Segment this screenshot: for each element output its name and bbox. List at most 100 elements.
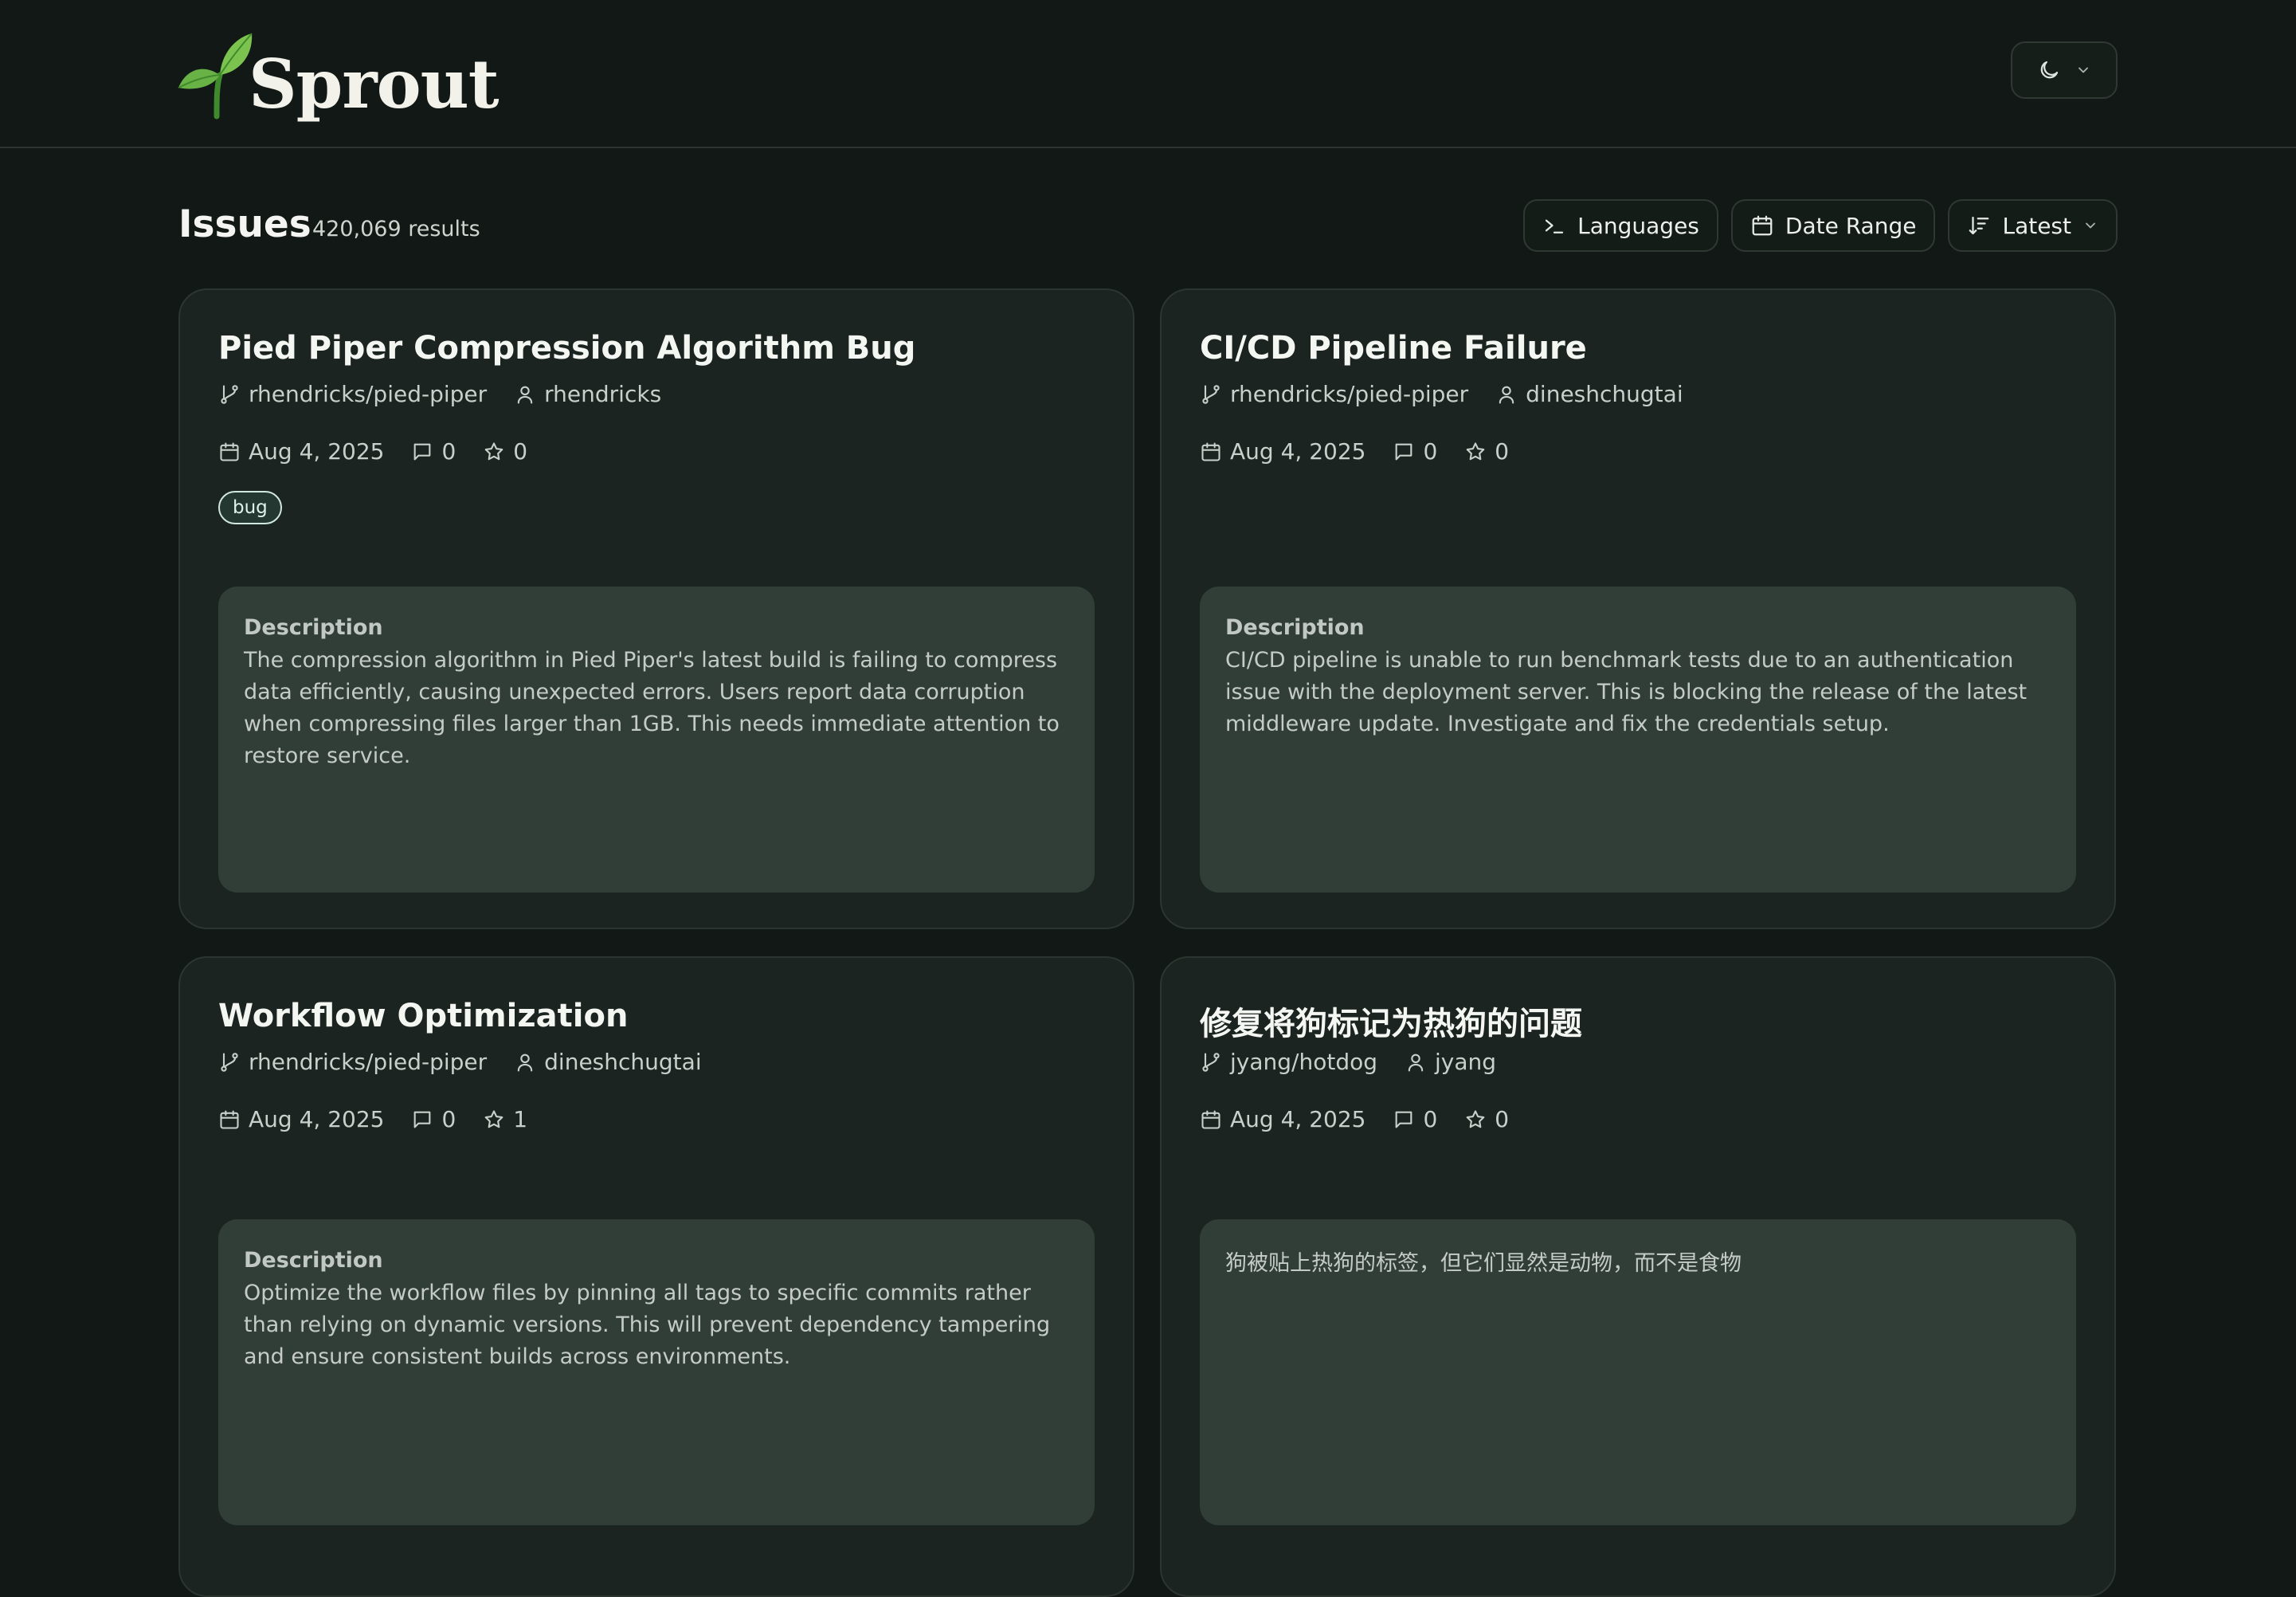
star-count-text: 0 (513, 438, 528, 465)
calendar-icon (1750, 214, 1774, 237)
issue-stats-row: Aug 4, 2025 0 0 (218, 438, 554, 465)
calendar-icon (218, 1108, 241, 1131)
comment-icon (411, 1108, 433, 1131)
date-range-filter-label: Date Range (1785, 212, 1917, 239)
comment-count: 0 (1393, 1106, 1437, 1132)
comment-count-text: 0 (1423, 438, 1438, 465)
issue-source-row: rhendricks/pied-piper rhendricks (218, 381, 688, 407)
star-count-text: 0 (1495, 1106, 1510, 1132)
date-text: Aug 4, 2025 (1230, 1106, 1366, 1132)
issue-date: Aug 4, 2025 (218, 438, 384, 465)
page-title: Issues (178, 202, 311, 246)
issue-stats-row: Aug 4, 2025 0 0 (1200, 1106, 1536, 1132)
comment-count: 0 (411, 438, 456, 465)
description-panel: Description CI/CD pipeline is unable to … (1200, 587, 2076, 893)
top-header: Sprout (0, 0, 2296, 148)
comment-count: 0 (411, 1106, 456, 1132)
sprout-logo[interactable]: Sprout (177, 27, 500, 124)
sort-dropdown-button[interactable]: Latest (1948, 199, 2118, 252)
star-icon (483, 441, 505, 463)
issue-source-row: rhendricks/pied-piper dineshchugtai (218, 1049, 729, 1075)
user-icon (1495, 383, 1518, 406)
issue-stats-row: Aug 4, 2025 0 0 (1200, 438, 1536, 465)
moon-icon (2037, 58, 2061, 82)
star-count[interactable]: 1 (483, 1106, 527, 1132)
issue-card[interactable]: CI/CD Pipeline Failure rhendricks/pied-p… (1160, 288, 2116, 929)
author-name: dineshchugtai (544, 1049, 702, 1075)
calendar-icon (1200, 1108, 1222, 1131)
author-name: jyang (1435, 1049, 1497, 1075)
description-text: The compression algorithm in Pied Piper'… (244, 648, 1060, 768)
comment-count-text: 0 (1423, 1106, 1438, 1132)
bug-label-badge[interactable]: bug (218, 491, 282, 524)
repo-name: jyang/hotdog (1230, 1049, 1377, 1075)
date-text: Aug 4, 2025 (249, 438, 385, 465)
description-label: Description (1225, 615, 1365, 640)
comment-icon (1393, 441, 1415, 463)
author-link[interactable]: dineshchugtai (514, 1049, 702, 1075)
author-link[interactable]: jyang (1405, 1049, 1496, 1075)
issue-date: Aug 4, 2025 (1200, 438, 1365, 465)
user-icon (1405, 1051, 1427, 1073)
theme-toggle-button[interactable] (2011, 41, 2118, 99)
brand-name: Sprout (249, 45, 500, 124)
user-icon (514, 383, 536, 406)
languages-filter-label: Languages (1577, 212, 1699, 239)
date-text: Aug 4, 2025 (249, 1106, 385, 1132)
issue-title[interactable]: Pied Piper Compression Algorithm Bug (218, 330, 915, 367)
issue-source-row: rhendricks/pied-piper dineshchugtai (1200, 381, 1710, 407)
repo-name: rhendricks/pied-piper (249, 1049, 488, 1075)
issue-title[interactable]: 修复将狗标记为热狗的问题 (1200, 998, 1582, 1044)
author-name: dineshchugtai (1526, 381, 1683, 407)
star-count[interactable]: 0 (483, 438, 527, 465)
description-panel: Description Optimize the workflow files … (218, 1219, 1095, 1525)
description-panel: 狗被贴上热狗的标签，但它们显然是动物，而不是食物 (1200, 1219, 2076, 1525)
description-panel: Description The compression algorithm in… (218, 587, 1095, 893)
issue-stats-row: Aug 4, 2025 0 1 (218, 1106, 554, 1132)
sort-dropdown-label: Latest (2002, 212, 2071, 239)
repo-name: rhendricks/pied-piper (249, 381, 488, 407)
description-label: Description (244, 615, 383, 640)
author-link[interactable]: rhendricks (514, 381, 661, 407)
description-text: CI/CD pipeline is unable to run benchmar… (1225, 648, 2028, 736)
author-name: rhendricks (544, 381, 662, 407)
star-count-text: 0 (1495, 438, 1510, 465)
comment-count-text: 0 (441, 438, 456, 465)
repo-link[interactable]: rhendricks/pied-piper (218, 381, 487, 407)
user-icon (514, 1051, 536, 1073)
issue-card[interactable]: Pied Piper Compression Algorithm Bug rhe… (178, 288, 1134, 929)
issue-date: Aug 4, 2025 (1200, 1106, 1365, 1132)
repo-link[interactable]: rhendricks/pied-piper (218, 1049, 487, 1075)
star-count[interactable]: 0 (1464, 1106, 1509, 1132)
issue-date: Aug 4, 2025 (218, 1106, 384, 1132)
git-branch-icon (1200, 1051, 1222, 1073)
result-count: 420,069 results (312, 217, 480, 241)
author-link[interactable]: dineshchugtai (1495, 381, 1683, 407)
star-icon (483, 1108, 505, 1131)
comment-count-text: 0 (441, 1106, 456, 1132)
chevron-down-icon (2075, 62, 2091, 78)
repo-link[interactable]: jyang/hotdog (1200, 1049, 1377, 1075)
date-text: Aug 4, 2025 (1230, 438, 1366, 465)
chevron-down-icon (2082, 218, 2098, 233)
languages-filter-button[interactable]: Languages (1523, 199, 1718, 252)
issue-title[interactable]: CI/CD Pipeline Failure (1200, 330, 1587, 367)
star-count-text: 1 (513, 1106, 528, 1132)
issue-source-row: jyang/hotdog jyang (1200, 1049, 1523, 1075)
date-range-filter-button[interactable]: Date Range (1730, 199, 1936, 252)
git-branch-icon (218, 383, 241, 406)
repo-name: rhendricks/pied-piper (1230, 381, 1469, 407)
repo-link[interactable]: rhendricks/pied-piper (1200, 381, 1468, 407)
sort-icon (1967, 214, 1991, 237)
star-icon (1464, 1108, 1487, 1131)
git-branch-icon (1200, 383, 1222, 406)
issues-toolbar: Issues 420,069 results Languages Date Ra… (177, 198, 2118, 253)
description-text: Optimize the workflow files by pinning a… (244, 1281, 1051, 1369)
issue-title[interactable]: Workflow Optimization (218, 998, 628, 1034)
issue-card[interactable]: Workflow Optimization rhendricks/pied-pi… (178, 956, 1134, 1597)
star-count[interactable]: 0 (1464, 438, 1509, 465)
issue-card[interactable]: 修复将狗标记为热狗的问题 jyang/hotdog jyang Aug 4, 2… (1160, 956, 2116, 1597)
description-text: 狗被贴上热狗的标签，但它们显然是动物，而不是食物 (1225, 1251, 1742, 1276)
comment-icon (411, 441, 433, 463)
filter-group: Languages Date Range Latest (1523, 199, 2118, 252)
